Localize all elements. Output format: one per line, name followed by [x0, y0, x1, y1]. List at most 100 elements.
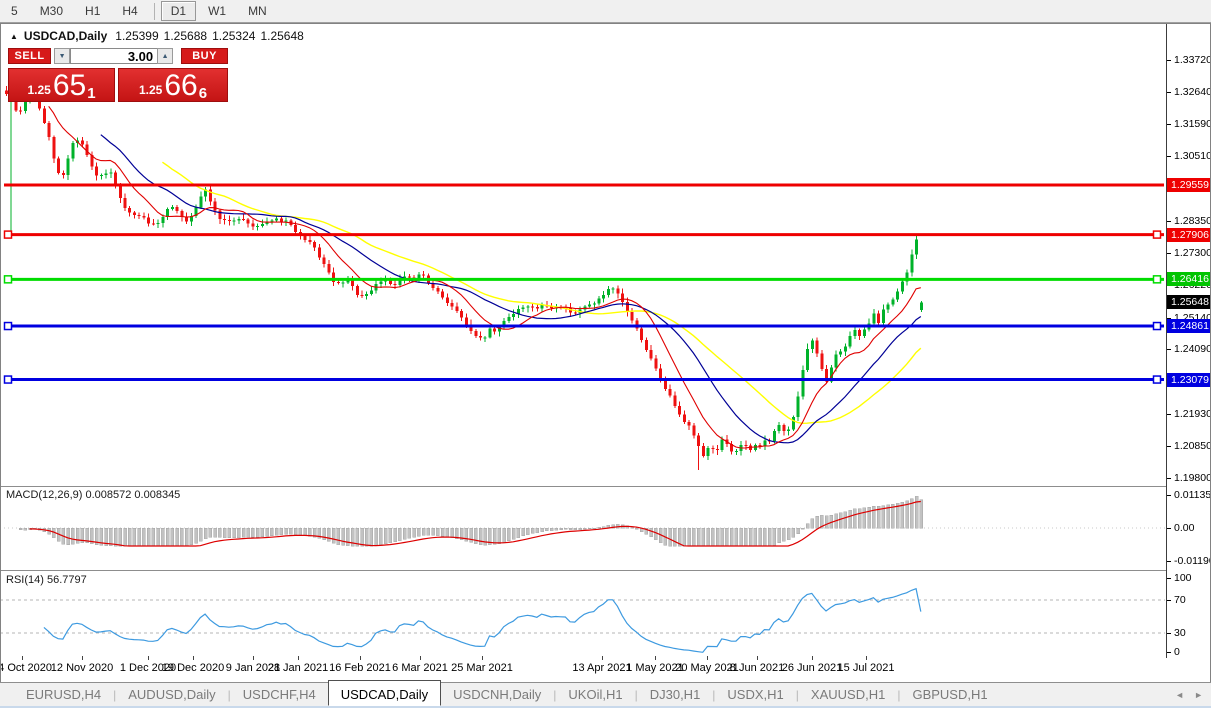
timeframe-button-5[interactable]: 5 [1, 1, 28, 21]
date-tick [148, 656, 149, 660]
symbol-label: USDCAD,Daily [23, 29, 108, 43]
tick-dash [1167, 560, 1171, 562]
date-tick [812, 656, 813, 660]
date-tick [82, 656, 83, 660]
date-tick [602, 656, 603, 660]
tab-scroll-left-icon[interactable]: ◄ [1175, 690, 1184, 700]
buy-button[interactable]: BUY [181, 48, 228, 64]
tab-usdcnh-daily[interactable]: USDCNH,Daily [441, 684, 553, 705]
chart-symbol-header: ▲ USDCAD,Daily 1.25399 1.25688 1.25324 1.2564… [10, 29, 309, 43]
tick-label: 1.30510 [1174, 150, 1211, 162]
tab-xauusd-h1[interactable]: XAUUSD,H1 [799, 684, 897, 705]
tick-dash [1167, 348, 1171, 350]
tick-label: -0.011904 [1174, 555, 1211, 567]
price-tick-1.19800: 1.19800 [1167, 472, 1211, 484]
tick-dash [1167, 123, 1171, 125]
timeframe-button-h4[interactable]: H4 [112, 1, 147, 21]
macd-scale--0.011904: -0.011904 [1167, 555, 1211, 567]
price-axis[interactable]: 1.337201.326401.315901.305101.294301.283… [1166, 24, 1211, 658]
tick-dash [1167, 155, 1171, 157]
tick-dash [1167, 220, 1171, 222]
tick-dash [1167, 651, 1171, 653]
collapse-triangle-icon[interactable]: ▲ [10, 32, 18, 41]
date-label: 28 Jan 2021 [267, 662, 329, 674]
tab-dj30-h1[interactable]: DJ30,H1 [638, 684, 713, 705]
macd-title: MACD(12,26,9) [6, 489, 83, 501]
price-tick-1.21930: 1.21930 [1167, 408, 1211, 420]
timeframe-button-mn[interactable]: MN [238, 1, 277, 21]
date-label: 16 Feb 2021 [329, 662, 391, 674]
rsi-scale-100: 100 [1167, 572, 1192, 584]
tick-label: 0.01135 [1174, 489, 1211, 501]
tab-scroll-arrows: ◄ ► [1175, 690, 1203, 700]
tab-usdchf-h4[interactable]: USDCHF,H4 [231, 684, 328, 705]
price-tick-1.33720: 1.33720 [1167, 54, 1211, 66]
tab-usdx-h1[interactable]: USDX,H1 [715, 684, 795, 705]
ohlc-close: 1.25648 [260, 29, 304, 43]
tick-label: 100 [1174, 572, 1192, 584]
chart-tab-bar: EURUSD,H4 | AUDUSD,Daily | USDCHF,H4 USDCAD,D… [0, 679, 1211, 708]
date-tick [866, 656, 867, 660]
tick-label: 1.28350 [1174, 215, 1211, 227]
tab-gbpusd-h1[interactable]: GBPUSD,H1 [900, 684, 999, 705]
date-label: 13 Apr 2021 [572, 662, 632, 674]
volume-input[interactable] [70, 48, 158, 64]
tick-dash [1167, 632, 1171, 634]
buy-price-big-digits: 66 [164, 69, 198, 102]
date-tick [707, 656, 708, 660]
sell-button[interactable]: SELL [8, 48, 52, 64]
rsi-scale-30: 30 [1167, 627, 1186, 639]
timeframe-button-h1[interactable]: H1 [75, 1, 110, 21]
ohlc-open: 1.25399 [115, 29, 159, 43]
date-label: 19 Dec 2020 [161, 662, 225, 674]
date-tick [482, 656, 483, 660]
timeframe-button-w1[interactable]: W1 [198, 1, 236, 21]
macd-indicator-label: MACD(12,26,9) 0.008572 0.008345 [6, 489, 180, 501]
buy-price-prefix: 1.25 [138, 83, 163, 97]
chart-canvas[interactable] [0, 24, 1166, 658]
tick-label: 0.00 [1174, 522, 1195, 534]
tick-dash [1167, 59, 1171, 61]
tick-dash [1167, 445, 1171, 447]
sell-price-big-digits: 65 [52, 69, 87, 102]
tick-dash [1167, 413, 1171, 415]
tab-usdcad-daily[interactable]: USDCAD,Daily [327, 679, 442, 706]
sell-price-pip-digit: 1 [87, 85, 96, 102]
timeframe-toolbar: 5 M30 H1 H4 D1 W1 MN [0, 0, 1211, 23]
tick-dash [1167, 494, 1171, 496]
sell-price-box[interactable]: 1.25 65 1 [8, 68, 115, 102]
price-level-badge-1.29559: 1.29559 [1167, 177, 1211, 192]
volume-decrease-button[interactable]: ▼ [54, 48, 71, 64]
volume-increase-button[interactable]: ▲ [157, 48, 174, 64]
buy-price-box[interactable]: 1.25 66 6 [118, 68, 228, 102]
date-label: 12 Nov 2020 [50, 662, 114, 674]
date-axis[interactable]: 24 Oct 202012 Nov 20201 Dec 202019 Dec 2… [0, 656, 1166, 682]
macd-scale-0.00: 0.00 [1167, 522, 1194, 534]
tab-audusd-daily[interactable]: AUDUSD,Daily [116, 684, 227, 705]
tick-label: 1.31590 [1174, 118, 1211, 130]
ohlc-low: 1.25324 [212, 29, 256, 43]
tab-ukoil-h1[interactable]: UKOil,H1 [556, 684, 634, 705]
timeframe-button-d1[interactable]: D1 [160, 1, 197, 21]
date-tick [193, 656, 194, 660]
date-tick [655, 656, 656, 660]
timeframe-button-m30[interactable]: M30 [30, 1, 73, 21]
tick-dash [1167, 91, 1171, 93]
date-label: 25 Mar 2021 [451, 662, 513, 674]
price-level-badge-1.23079: 1.23079 [1167, 372, 1211, 387]
price-level-badge-1.27906: 1.27906 [1167, 227, 1211, 242]
toolbar-separator [153, 2, 155, 20]
tick-dash [1167, 252, 1171, 254]
sell-price-prefix: 1.25 [27, 83, 51, 97]
rsi-indicator-label: RSI(14) 56.7797 [6, 574, 87, 586]
rsi-value: 56.7797 [46, 574, 87, 586]
tab-eurusd-h4[interactable]: EURUSD,H4 [14, 684, 113, 705]
date-label: 6 Mar 2021 [392, 662, 448, 674]
date-tick [22, 656, 23, 660]
tick-dash [1167, 477, 1171, 479]
price-tick-1.30510: 1.30510 [1167, 150, 1211, 162]
price-tick-1.27300: 1.27300 [1167, 247, 1211, 259]
tick-dash [1167, 527, 1171, 529]
date-label: 8 Jun 2021 [729, 662, 785, 674]
tab-scroll-right-icon[interactable]: ► [1194, 690, 1203, 700]
